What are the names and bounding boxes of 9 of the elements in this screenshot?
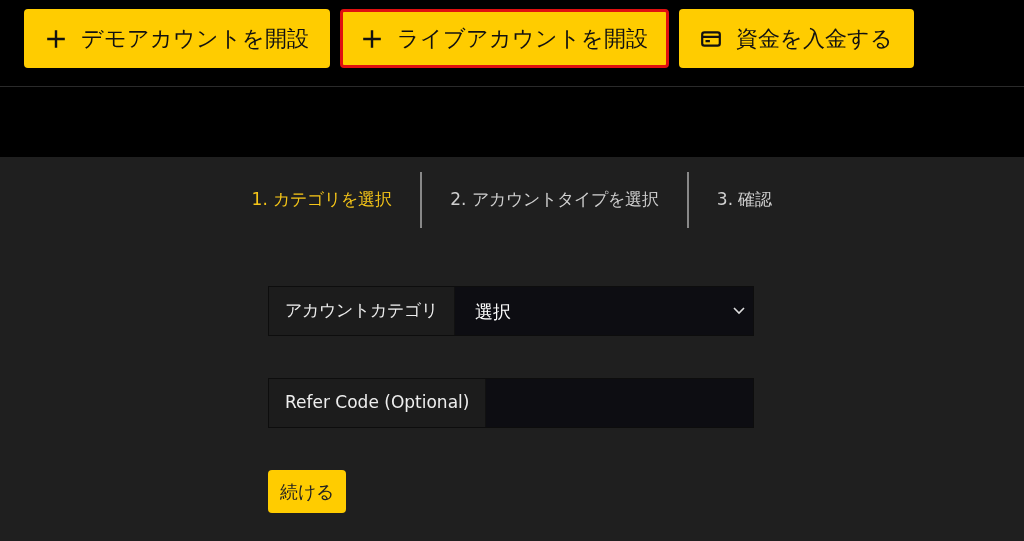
- continue-button[interactable]: 続ける: [268, 470, 346, 513]
- step-tab[interactable]: 1. カテゴリを選択: [223, 173, 421, 227]
- plus-icon: [45, 27, 67, 50]
- account-button[interactable]: ライブアカウントを開設: [340, 9, 669, 68]
- account-button[interactable]: デモアカウントを開設: [24, 9, 330, 68]
- plus-icon: [361, 27, 383, 50]
- step-tab[interactable]: 2. アカウントタイプを選択: [422, 173, 687, 227]
- account-button[interactable]: 資金を入金する: [679, 9, 914, 68]
- step-tab[interactable]: 3. 確認: [688, 173, 801, 227]
